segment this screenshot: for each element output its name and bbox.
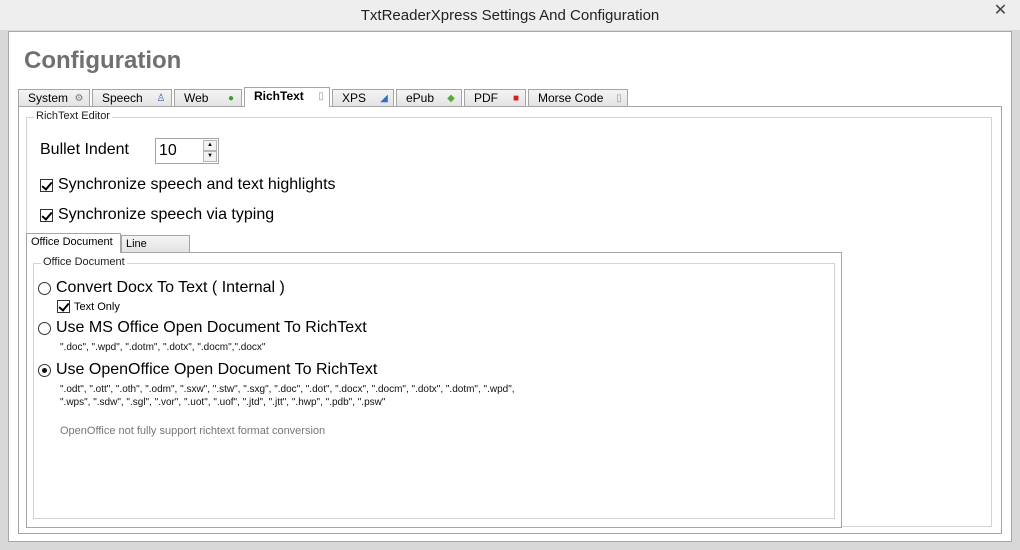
richtext-tab-page: RichText Editor Bullet Indent 10 ▲ ▼ Syn…	[18, 106, 1002, 534]
richtext-editor-group: RichText Editor Bullet Indent 10 ▲ ▼ Syn…	[26, 110, 992, 528]
gear-icon: ⚙	[74, 93, 84, 104]
spin-up-button[interactable]: ▲	[203, 140, 217, 151]
convert-docx-radio[interactable]	[38, 281, 51, 295]
ms-office-label: Use MS Office Open Document To RichText	[56, 319, 367, 336]
ms-office-option[interactable]: Use MS Office Open Document To RichText	[38, 319, 367, 337]
title-bar: TxtReaderXpress Settings And Configurati…	[0, 0, 1020, 30]
bullet-indent-value[interactable]: 10	[159, 142, 177, 160]
tab-system-label: System	[28, 91, 69, 105]
bullet-indent-stepper[interactable]: 10 ▲ ▼	[155, 138, 219, 164]
convert-docx-option[interactable]: Convert Docx To Text ( Internal )	[38, 279, 285, 297]
tab-xps-label: XPS	[342, 91, 367, 105]
subtab-line-number[interactable]: Line Number	[121, 235, 190, 266]
tab-richtext[interactable]: RichText ▯	[244, 87, 330, 107]
tab-pdf[interactable]: PDF ■	[464, 89, 526, 107]
openoffice-option[interactable]: Use OpenOffice Open Document To RichText	[38, 361, 377, 379]
tab-morse-code-label: Morse Code	[538, 91, 604, 105]
sync-typing-checkbox[interactable]	[40, 208, 53, 222]
tab-speech-label: Speech	[102, 91, 143, 105]
document-icon: ▯	[616, 93, 622, 104]
openoffice-extensions-line1: ".odt", ".ott", ".oth", ".odm", ".sxw", …	[60, 384, 515, 395]
convert-docx-label: Convert Docx To Text ( Internal )	[56, 279, 285, 296]
document-icon: ▯	[318, 91, 324, 102]
sync-highlights-label: Synchronize speech and text highlights	[58, 176, 336, 193]
subtab-office-document[interactable]: Office Document	[26, 233, 121, 253]
close-button[interactable]: ✕	[987, 1, 1014, 21]
spin-down-button[interactable]: ▼	[203, 151, 217, 162]
openoffice-extensions-line2: ".wps", ".sdw", ".sgl", ".vor", ".uot", …	[60, 397, 386, 408]
epub-icon: ◆	[447, 93, 455, 104]
richtext-editor-group-label: RichText Editor	[34, 110, 112, 122]
xps-icon: ◢	[380, 93, 388, 104]
openoffice-label: Use OpenOffice Open Document To RichText	[56, 361, 378, 378]
tab-web-label: Web	[184, 91, 209, 105]
sync-typing-label: Synchronize speech via typing	[58, 206, 275, 223]
text-only-checkbox[interactable]	[57, 300, 70, 314]
tab-speech[interactable]: Speech ♙	[92, 89, 172, 107]
tab-web[interactable]: Web ●	[174, 89, 242, 107]
tab-system[interactable]: System ⚙	[18, 89, 90, 107]
tab-epub[interactable]: ePub ◆	[396, 89, 462, 107]
ms-office-extensions: ".doc", ".wpd", ".dotm", ".dotx", ".docm…	[60, 342, 266, 353]
sync-highlights-option[interactable]: Synchronize speech and text highlights	[40, 176, 336, 194]
globe-icon: ●	[227, 93, 235, 104]
bullet-indent-label: Bullet Indent	[40, 141, 129, 158]
openoffice-radio[interactable]	[38, 363, 51, 377]
text-only-label: Text Only	[74, 300, 120, 313]
pdf-icon: ■	[512, 93, 520, 104]
page-title: Configuration	[24, 47, 182, 74]
office-document-tab-page: Office Document Convert Docx To Text ( I…	[26, 252, 842, 528]
window-title: TxtReaderXpress Settings And Configurati…	[360, 7, 660, 24]
person-icon: ♙	[156, 93, 166, 104]
tab-richtext-label: RichText	[254, 89, 304, 103]
tab-pdf-label: PDF	[474, 91, 498, 105]
text-only-option[interactable]: Text Only	[57, 299, 120, 314]
sync-highlights-checkbox[interactable]	[40, 178, 53, 192]
tab-xps[interactable]: XPS ◢	[332, 89, 394, 107]
settings-panel: Configuration System ⚙ Speech ♙ Web ● Ri…	[8, 31, 1012, 542]
office-document-group: Office Document Convert Docx To Text ( I…	[33, 256, 835, 519]
tab-morse-code[interactable]: Morse Code ▯	[528, 89, 628, 107]
sync-typing-option[interactable]: Synchronize speech via typing	[40, 206, 274, 224]
tab-epub-label: ePub	[406, 91, 435, 105]
office-document-group-label: Office Document	[41, 256, 127, 268]
openoffice-note: OpenOffice not fully support richtext fo…	[60, 425, 326, 437]
ms-office-radio[interactable]	[38, 321, 51, 335]
